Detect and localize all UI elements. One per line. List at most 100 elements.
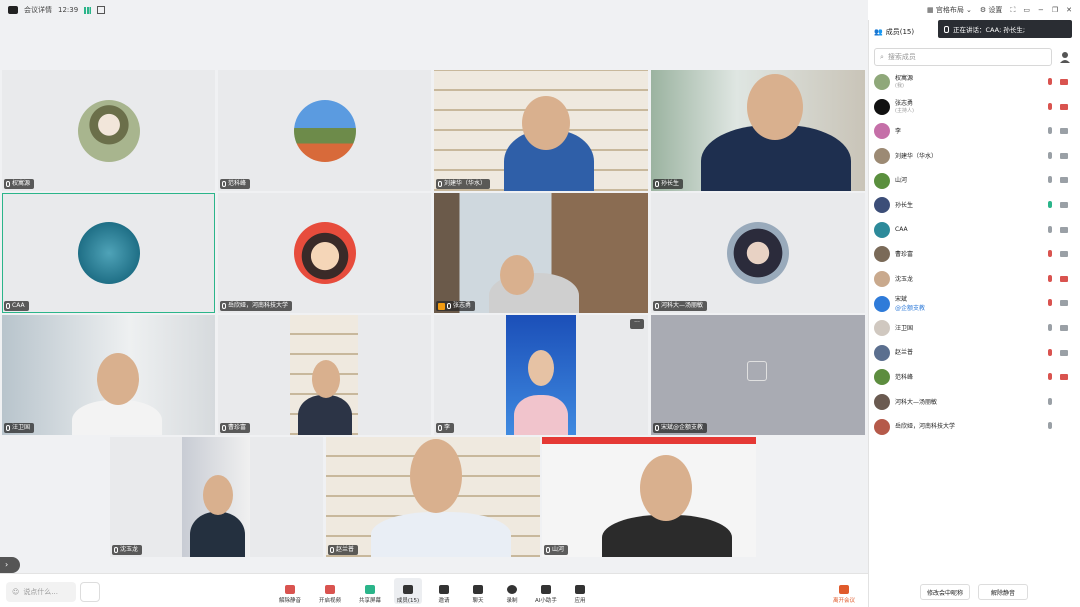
participant-video — [371, 512, 511, 557]
unmute-button[interactable]: 解除静音 — [276, 578, 304, 604]
video-tile[interactable]: 河科大—汤丽敏 — [651, 193, 865, 313]
record-button[interactable]: 录制 — [498, 578, 526, 604]
camera-icon[interactable] — [1060, 251, 1068, 258]
mic-icon[interactable] — [1048, 250, 1052, 258]
mic-icon[interactable] — [1048, 274, 1052, 282]
member-row[interactable]: 汪卫国 — [868, 316, 1080, 341]
mic-icon[interactable] — [1048, 225, 1052, 233]
member-row[interactable]: 孙长生 — [868, 193, 1080, 218]
member-row[interactable]: 赵兰普 — [868, 341, 1080, 366]
layout-button[interactable]: ▦ 宫格布局 ⌄ — [927, 5, 972, 15]
video-tile[interactable]: 汪卫国 — [2, 315, 215, 435]
raise-hand-button[interactable] — [80, 582, 100, 602]
video-tile[interactable]: 刘建华（华水） — [434, 70, 648, 191]
mic-icon[interactable] — [1048, 78, 1052, 85]
camera-icon[interactable] — [1060, 103, 1068, 110]
camera-icon[interactable] — [1060, 79, 1068, 85]
mic-icon[interactable] — [1048, 323, 1052, 331]
video-tile[interactable]: 山河 — [542, 437, 756, 557]
member-row[interactable]: 范科峰 — [868, 365, 1080, 390]
member-list: 权寓源 (我) 张志勇 (主持人) 李刘建华（华水） 山河 孙长生 CAA 曹珍富 沈玉龙 宋斌 @企… — [868, 70, 1080, 439]
participant-video — [298, 395, 352, 435]
mic-icon[interactable] — [1048, 151, 1052, 159]
mic-icon[interactable] — [1048, 373, 1052, 381]
camera-icon[interactable] — [1060, 349, 1068, 356]
camera-icon[interactable] — [1060, 300, 1068, 307]
share-screen-button[interactable]: 共享屏幕 — [356, 578, 384, 604]
video-tile[interactable]: 范科峰 — [218, 70, 431, 191]
pin-icon[interactable]: ▭ — [1023, 6, 1030, 14]
video-tile[interactable]: 曹珍富 — [218, 315, 431, 435]
fullscreen-icon[interactable]: ⛶ — [1010, 6, 1015, 15]
video-tile[interactable]: 宋斌@企额支教 — [651, 315, 865, 435]
video-tile[interactable]: ··· 李 — [434, 315, 648, 435]
camera-icon[interactable] — [1060, 324, 1068, 331]
video-tile[interactable]: 沈玉龙 — [110, 437, 323, 557]
camera-icon[interactable] — [1060, 275, 1068, 282]
mic-icon[interactable] — [1048, 422, 1052, 430]
chat-input[interactable]: ☺ 说点什么... — [6, 582, 76, 602]
mic-icon[interactable] — [1048, 176, 1052, 184]
restore-icon[interactable]: ❐ — [1052, 6, 1058, 14]
member-row[interactable]: 宋斌 @企额支教 — [868, 291, 1080, 316]
member-row[interactable]: CAA — [868, 218, 1080, 243]
unmute-all-button[interactable]: 解除静音 — [978, 584, 1028, 600]
mic-icon[interactable] — [1048, 127, 1052, 135]
members-button[interactable]: 成员(15) — [394, 578, 422, 604]
tile-name: 沈玉龙 — [120, 546, 139, 553]
mic-icon[interactable] — [1048, 200, 1052, 208]
member-row[interactable]: 岳欣娅，河南科技大学 — [868, 414, 1080, 439]
chat-button[interactable]: 聊天 — [464, 578, 492, 604]
mic-icon — [6, 425, 10, 431]
camera-icon[interactable] — [1060, 152, 1068, 159]
member-row[interactable]: 曹珍富 — [868, 242, 1080, 267]
member-name: 李 — [895, 127, 902, 135]
more-options-icon[interactable]: ··· — [630, 319, 644, 329]
video-tile[interactable]: 孙长生 — [651, 70, 865, 191]
camera-icon[interactable] — [1060, 128, 1068, 135]
camera-icon[interactable] — [1060, 226, 1068, 233]
record-icon — [507, 585, 517, 594]
avatar — [874, 271, 890, 288]
member-row[interactable]: 河科大—汤丽敏 — [868, 390, 1080, 415]
member-row[interactable]: 刘建华（华水） — [868, 144, 1080, 169]
minimize-icon[interactable]: − — [1038, 6, 1044, 14]
apps-button[interactable]: 应用 — [566, 578, 594, 604]
leave-meeting-button[interactable]: 离开会议 — [826, 578, 862, 604]
close-icon[interactable]: ✕ — [1066, 6, 1072, 14]
invite-member-icon[interactable] — [1058, 48, 1074, 66]
video-tile[interactable]: 岳欣娅，河南科技大学 — [218, 193, 431, 313]
member-search-input[interactable]: ⌕ 搜索成员 — [874, 48, 1052, 66]
member-row[interactable]: 李 — [868, 119, 1080, 144]
mic-icon[interactable] — [1048, 397, 1052, 405]
member-row[interactable]: 山河 — [868, 168, 1080, 193]
mic-icon[interactable] — [1048, 299, 1052, 307]
tile-name: 李 — [444, 424, 451, 431]
tile-name: 河科大—汤丽敏 — [661, 302, 704, 309]
camera-icon[interactable] — [1060, 201, 1068, 208]
avatar — [874, 320, 890, 337]
mic-icon[interactable] — [1048, 102, 1052, 110]
camera-off-icon — [325, 585, 335, 594]
rename-button[interactable]: 修改会中昵称 — [920, 584, 970, 600]
member-row[interactable]: 张志勇 (主持人) — [868, 95, 1080, 120]
expand-button[interactable]: › — [0, 557, 20, 573]
member-row[interactable]: 权寓源 (我) — [868, 70, 1080, 95]
ai-assistant-button[interactable]: AI小助手 — [530, 578, 562, 604]
video-tile[interactable]: CAA — [2, 193, 215, 313]
mic-icon[interactable] — [1048, 348, 1052, 356]
member-name: 范科峰 — [895, 373, 914, 381]
camera-icon[interactable] — [1060, 177, 1068, 184]
member-row[interactable]: 沈玉龙 — [868, 267, 1080, 292]
start-video-button[interactable]: 开启视频 — [316, 578, 344, 604]
video-tile[interactable]: 赵兰普 — [326, 437, 540, 557]
settings-button[interactable]: ⚙ 设置 — [980, 5, 1003, 15]
mic-icon — [655, 303, 659, 309]
share-link-icon[interactable] — [97, 6, 106, 14]
video-tile[interactable]: 张志勇 — [434, 193, 648, 313]
invite-button[interactable]: 邀请 — [430, 578, 458, 604]
video-grid: 权寓源 范科峰 刘建华（华水） 孙长生 CAA 岳欣娅，河南科技大学 张志勇 河… — [0, 20, 868, 573]
video-tile[interactable]: 权寓源 — [2, 70, 215, 191]
meeting-info-link[interactable]: 会议详情 — [24, 5, 52, 15]
camera-icon[interactable] — [1060, 374, 1068, 381]
